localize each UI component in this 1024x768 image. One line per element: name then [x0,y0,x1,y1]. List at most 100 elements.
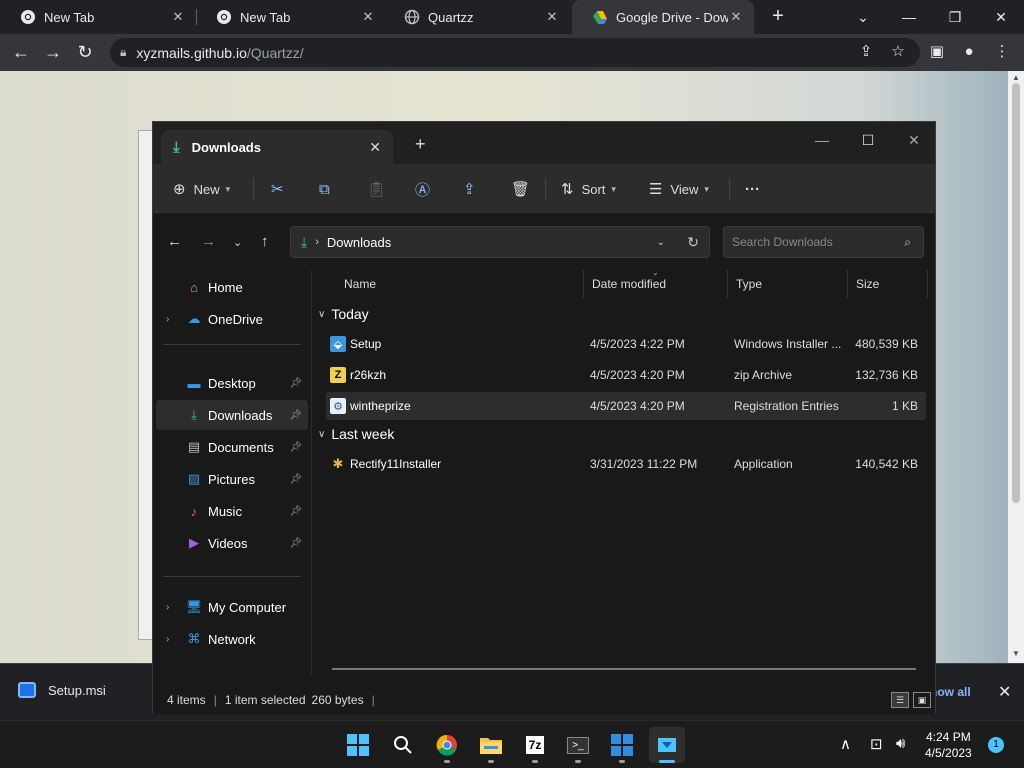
minimize-icon[interactable]: — [886,0,932,34]
reload-icon[interactable]: ↻ [74,41,96,63]
minimize-icon[interactable]: — [799,126,845,154]
share-button[interactable]: ⇪ [463,178,484,200]
sidebar-item-desktop[interactable]: ▬ Desktop 📌︎ [156,368,308,398]
show-all-link[interactable]: how all [930,685,971,699]
file-row[interactable]: Z r26kzh 4/5/2023 4:20 PM zip Archive 13… [326,361,926,389]
group-header-today[interactable]: ∨ Today [318,302,369,326]
profile-icon[interactable]: ● [958,41,980,63]
pin-icon[interactable]: 📌︎ [289,410,302,421]
start-button[interactable] [340,727,376,763]
tiles-view-icon[interactable]: ▣ [913,692,931,708]
bookmark-star-icon[interactable]: ☆ [887,41,909,63]
column-header-type[interactable]: Type [728,270,848,298]
side-panel-icon[interactable]: ▣ [926,41,948,63]
details-view-icon[interactable]: ☰ [891,692,909,708]
close-tab-icon[interactable]: ✕ [369,139,381,156]
browser-tab-3[interactable]: Quartzz ✕ [384,0,570,34]
notification-badge[interactable]: 1 [988,737,1004,753]
system-clock[interactable]: 4:24 PM 4/5/2023 [925,729,972,761]
recent-locations-chevron-icon[interactable]: ⌄ [233,236,242,249]
explorer-tab[interactable]: ⤓ Downloads ✕ [161,130,393,164]
browser-tab-4[interactable]: Google Drive - Downlo ✕ [572,0,754,34]
back-arrow-icon[interactable]: ← [10,41,32,63]
taskbar-terminal[interactable]: >_ [560,727,596,763]
close-tab-icon[interactable]: ✕ [728,9,744,25]
back-arrow-icon[interactable]: ← [167,233,182,250]
column-header-size[interactable]: Size [848,270,928,298]
maximize-icon[interactable]: ☐ [845,126,891,154]
pin-icon[interactable]: 📌︎ [289,538,302,549]
taskbar-file-explorer[interactable] [473,727,509,763]
browser-tab-2[interactable]: New Tab ✕ [196,0,386,34]
taskbar-installer-app[interactable] [649,727,685,763]
paste-button[interactable]: 📋︎ [367,178,394,200]
download-item[interactable]: Setup.msi [18,682,106,698]
file-row[interactable]: ✱ Rectify11Installer 3/31/2023 11:22 PM … [326,450,926,478]
item-count: 4 items [167,693,206,707]
close-window-icon[interactable]: ✕ [978,0,1024,34]
sidebar-item-home[interactable]: ⌂ Home [156,272,308,302]
sidebar-item-music[interactable]: ♪ Music 📌︎ [156,496,308,526]
volume-icon[interactable]: 🔊︎ [896,735,905,752]
group-header-last-week[interactable]: ∨ Last week [318,422,394,446]
cut-button[interactable]: ✂ [271,178,292,200]
restore-icon[interactable]: ❐ [932,0,978,34]
scroll-up-arrow-icon[interactable]: ▲ [1011,73,1021,82]
new-tab-button[interactable]: + [766,5,790,29]
close-icon[interactable]: ✕ [998,682,1011,702]
clock-date: 4/5/2023 [925,746,972,760]
more-options-button[interactable]: ··· [745,178,760,200]
expand-chevron-icon[interactable]: › [166,314,169,325]
scrollbar-thumb[interactable] [1012,83,1020,503]
copy-button[interactable]: ⧉ [319,178,338,200]
sidebar-item-videos[interactable]: ▶ Videos 📌︎ [156,528,308,558]
pin-icon[interactable]: 📌︎ [289,474,302,485]
sidebar-item-onedrive[interactable]: › ☁ OneDrive [156,304,308,334]
explorer-address-bar[interactable]: ⤓ › Downloads ⌄ ↻ [290,226,710,258]
search-button[interactable] [385,727,421,763]
rename-button[interactable]: Ⓐ [415,178,438,200]
refresh-icon[interactable]: ↻ [687,234,699,251]
delete-button[interactable]: 🗑︎ [511,178,538,200]
page-scrollbar[interactable]: ▲ ▼ [1008,71,1024,663]
search-input[interactable]: Search Downloads ⌕ [723,226,924,258]
sort-button[interactable]: ⇅ Sort ▾ [561,178,616,200]
sidebar-item-documents[interactable]: ▤ Documents 📌︎ [156,432,308,462]
close-tab-icon[interactable]: ✕ [170,9,186,25]
kebab-menu-icon[interactable]: ⋮ [991,41,1013,63]
close-window-icon[interactable]: ✕ [891,126,937,154]
pin-icon[interactable]: 📌︎ [289,506,302,517]
taskbar-7zip[interactable]: 7z [517,727,553,763]
sidebar-item-pictures[interactable]: ▨ Pictures 📌︎ [156,464,308,494]
share-icon[interactable]: ⇪ [855,41,877,63]
sidebar-item-my-computer[interactable]: › 🖥︎ My Computer [156,592,308,622]
add-tab-icon[interactable]: + [415,134,426,155]
column-header-date[interactable]: Date modified [584,270,728,298]
tab-search-chevron-icon[interactable]: ⌄ [840,0,886,34]
browser-tab-1[interactable]: New Tab ✕ [0,0,196,34]
show-hidden-icons-chevron-icon[interactable]: ∧ [840,735,851,753]
sidebar-item-downloads[interactable]: ⤓ Downloads 📌︎ [156,400,308,430]
expand-chevron-icon[interactable]: › [166,602,169,613]
address-dropdown-icon[interactable]: ⌄ [657,237,665,248]
file-row[interactable]: ⬙ Setup 4/5/2023 4:22 PM Windows Install… [326,330,926,358]
close-tab-icon[interactable]: ✕ [544,9,560,25]
view-button[interactable]: ☰ View ▾ [649,178,709,200]
forward-arrow-icon[interactable]: → [42,41,64,63]
new-button[interactable]: ⊕ New ▾ [173,178,230,200]
column-header-name[interactable]: Name [336,270,584,298]
scroll-down-arrow-icon[interactable]: ▼ [1011,649,1021,658]
horizontal-scrollbar[interactable] [332,668,916,670]
close-tab-icon[interactable]: ✕ [360,9,376,25]
taskbar-chrome[interactable] [429,727,465,763]
address-bar[interactable]: 🔒︎ xyzmails.github.io/Quartzz/ [110,38,920,67]
up-arrow-icon[interactable]: ↑ [261,233,269,250]
taskbar-app-windows[interactable] [604,727,640,763]
forward-arrow-icon[interactable]: → [201,233,216,250]
pin-icon[interactable]: 📌︎ [289,378,302,389]
sidebar-item-network[interactable]: › ⌘ Network [156,624,308,654]
expand-chevron-icon[interactable]: › [166,634,169,645]
pin-icon[interactable]: 📌︎ [289,442,302,453]
file-row-selected[interactable]: ⚙ wintheprize 4/5/2023 4:20 PM Registrat… [326,392,926,420]
network-status-icon[interactable]: ⊡ [870,735,883,753]
